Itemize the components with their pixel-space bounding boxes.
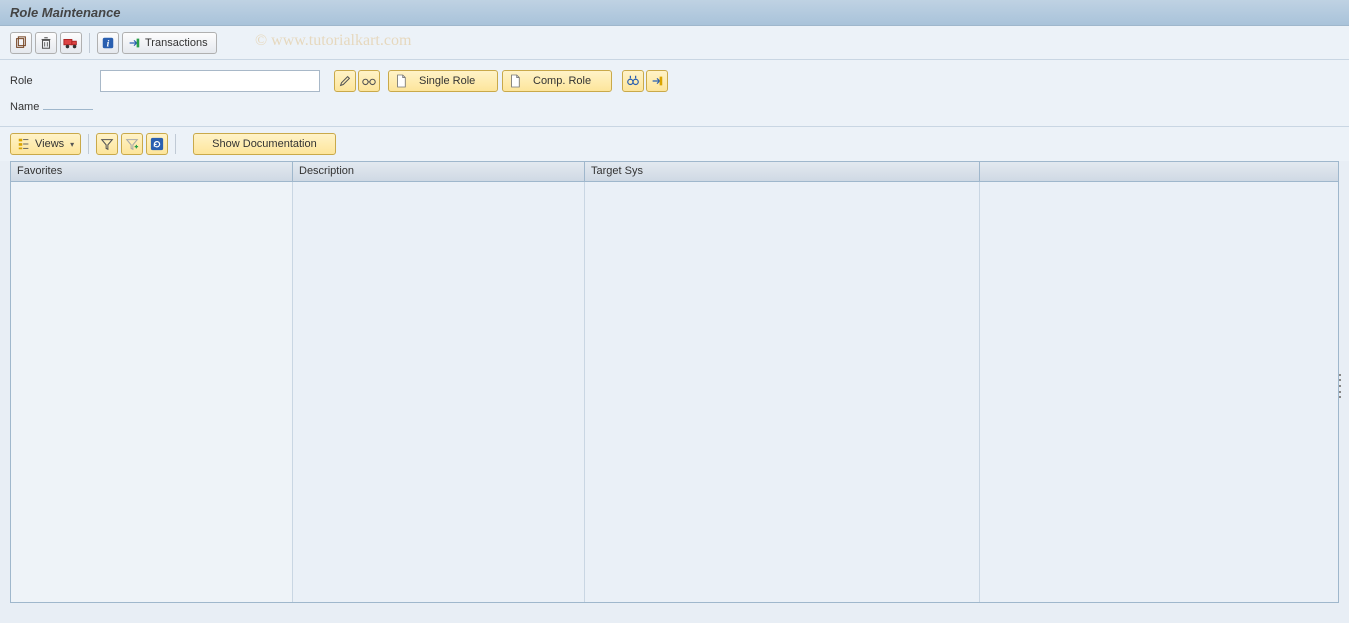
hierarchy-icon xyxy=(17,137,31,151)
document-icon xyxy=(395,74,407,88)
grid-body-favorites[interactable] xyxy=(11,182,293,602)
edit-button[interactable] xyxy=(334,70,356,92)
role-label: Role xyxy=(10,75,100,87)
watermark: © www.tutorialkart.com xyxy=(255,32,411,50)
single-role-label: Single Role xyxy=(419,75,475,87)
splitter-handle[interactable] xyxy=(1336,372,1344,400)
refresh-icon xyxy=(150,137,164,151)
filter-icon xyxy=(100,137,114,151)
role-row: Role Single Role Comp. Role xyxy=(10,68,1339,94)
views-label: Views xyxy=(35,138,64,150)
col-target-sys[interactable]: Target Sys xyxy=(585,162,980,181)
transport-button[interactable] xyxy=(60,32,82,54)
delete-button[interactable] xyxy=(35,32,57,54)
grid-body-spacer xyxy=(980,182,1338,602)
grid-header: Favorites Description Target Sys xyxy=(11,162,1338,182)
document-icon xyxy=(509,74,521,88)
page-title: Role Maintenance xyxy=(10,5,121,20)
titlebar: Role Maintenance xyxy=(0,0,1349,26)
separator xyxy=(89,33,90,53)
role-input[interactable] xyxy=(100,70,320,92)
col-favorites[interactable]: Favorites xyxy=(11,162,293,181)
arrow-right-icon xyxy=(127,36,141,50)
svg-text:i: i xyxy=(107,38,110,49)
col-description[interactable]: Description xyxy=(293,162,585,181)
grid-body xyxy=(11,182,1338,602)
truck-icon xyxy=(63,36,79,50)
transactions-label: Transactions xyxy=(145,37,208,49)
find-button[interactable] xyxy=(622,70,644,92)
show-documentation-label: Show Documentation xyxy=(212,138,317,150)
show-documentation-button[interactable]: Show Documentation xyxy=(193,133,336,155)
form-area: Role Single Role Comp. Role Name xyxy=(0,60,1349,127)
binoculars-icon xyxy=(626,74,640,88)
filter-button[interactable] xyxy=(96,133,118,155)
trash-icon xyxy=(39,36,53,50)
export-button[interactable] xyxy=(646,70,668,92)
glasses-icon xyxy=(361,74,377,88)
export-icon xyxy=(650,74,664,88)
copy-icon xyxy=(14,36,28,50)
filter-plus-button[interactable] xyxy=(121,133,143,155)
single-role-button[interactable]: Single Role xyxy=(388,70,498,92)
refresh-button[interactable] xyxy=(146,133,168,155)
separator xyxy=(88,134,89,154)
separator xyxy=(175,134,176,154)
pencil-icon xyxy=(338,74,352,88)
filter-plus-icon xyxy=(125,137,139,151)
comp-role-button[interactable]: Comp. Role xyxy=(502,70,612,92)
views-button[interactable]: Views ▾ xyxy=(10,133,81,155)
grid-body-description[interactable] xyxy=(293,182,585,602)
transactions-button[interactable]: Transactions xyxy=(122,32,217,54)
views-toolbar: Views ▾ Show Documentation xyxy=(0,127,1349,161)
comp-role-label: Comp. Role xyxy=(533,75,591,87)
copy-button[interactable] xyxy=(10,32,32,54)
grid-body-target-sys[interactable] xyxy=(585,182,980,602)
app-toolbar: i Transactions © www.tutorialkart.com xyxy=(0,26,1349,60)
name-row: Name xyxy=(10,94,1339,120)
info-button[interactable]: i xyxy=(97,32,119,54)
chevron-down-icon: ▾ xyxy=(70,140,74,149)
info-icon: i xyxy=(101,36,115,50)
name-label: Name xyxy=(10,101,100,113)
grid: Favorites Description Target Sys xyxy=(10,161,1339,603)
display-button[interactable] xyxy=(358,70,380,92)
col-spacer xyxy=(980,162,1338,181)
